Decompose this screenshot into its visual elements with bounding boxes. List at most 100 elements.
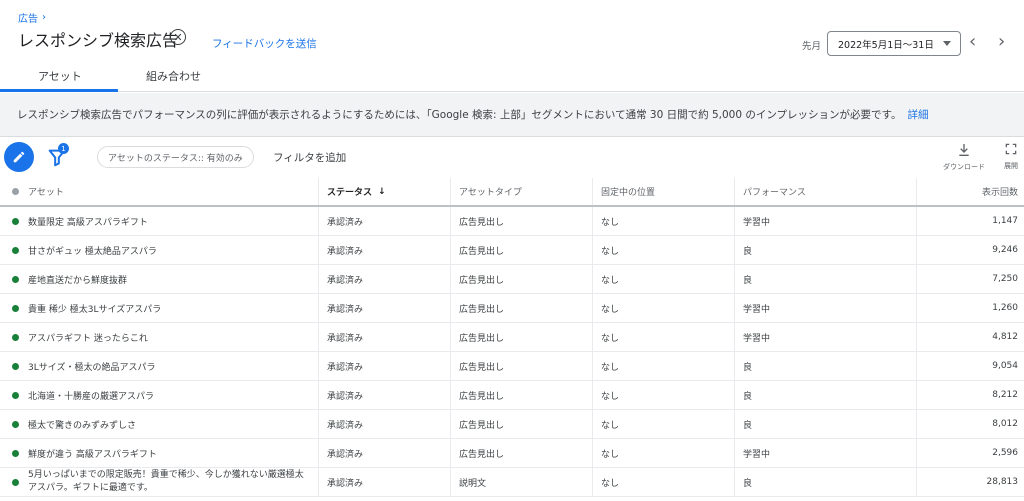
banner-details-link[interactable]: 詳細: [907, 107, 928, 122]
table-row[interactable]: 貴重 稀少 極太3Lサイズアスパラ 承認済み 広告見出し なし 学習中 1,260: [0, 294, 1024, 323]
download-button[interactable]: ダウンロード: [943, 142, 985, 172]
cell-performance: 良: [734, 265, 916, 293]
cell-asset-type: 広告見出し: [450, 294, 592, 322]
column-header-asset[interactable]: アセット: [0, 178, 318, 205]
asset-status-filter-chip[interactable]: アセットのステータス:: 有効のみ: [97, 146, 254, 168]
table-row[interactable]: 極太で驚きのみずみずしさ 承認済み 広告見出し なし 良 8,012: [0, 410, 1024, 439]
cell-impressions: 7,250: [916, 265, 1024, 293]
status-dot-icon: [12, 391, 19, 399]
cell-asset: 鮮度が違う 高級アスパラギフト: [0, 439, 318, 467]
table-row[interactable]: 5月いっぱいまでの限定販売！貴重で稀少、今しか獲れない厳選極太アスパラ。ギフトに…: [0, 468, 1024, 497]
cell-pinned-position-text: なし: [601, 391, 620, 402]
cell-status-text: 承認済み: [327, 304, 364, 315]
date-range-value: 2022年5月1日～31日: [838, 39, 934, 51]
cell-status: 承認済み: [318, 265, 450, 293]
cell-impressions-text: 9,054: [992, 361, 1018, 371]
cell-asset: 数量限定 高級アスパラギフト: [0, 207, 318, 235]
status-dot-icon: [12, 478, 19, 486]
cell-performance-text: 良: [743, 362, 753, 373]
cell-status: 承認済み: [318, 323, 450, 351]
cell-asset-text: 貴重 稀少 極太3Lサイズアスパラ: [28, 304, 162, 315]
cell-pinned-position: なし: [592, 323, 734, 351]
fullscreen-icon: [1005, 143, 1017, 155]
cell-status-text: 承認済み: [327, 391, 364, 402]
banner-text: レスポンシブ検索広告でパフォーマンスの列に評価が表示されるようにするためには、「…: [17, 109, 902, 121]
table-row[interactable]: 3Lサイズ・極太の絶品アスパラ 承認済み 広告見出し なし 良 9,054: [0, 352, 1024, 381]
cell-impressions-text: 9,246: [992, 245, 1018, 255]
cell-impressions-text: 8,212: [992, 390, 1018, 400]
cell-pinned-position: なし: [592, 381, 734, 409]
cell-impressions-text: 28,813: [986, 477, 1019, 487]
cell-asset-type-text: 広告見出し: [459, 246, 505, 257]
chevron-right-icon[interactable]: ›: [998, 33, 1005, 51]
cell-asset-type: 広告見出し: [450, 410, 592, 438]
cell-pinned-position-text: なし: [601, 304, 620, 315]
cell-impressions-text: 7,250: [992, 274, 1018, 284]
chevron-right-icon: ›: [42, 12, 46, 23]
edit-button[interactable]: [4, 142, 34, 172]
column-header-impressions[interactable]: 表示回数: [916, 178, 1024, 205]
cell-pinned-position-text: なし: [601, 275, 620, 286]
cell-performance-text: 学習中: [743, 217, 771, 228]
cell-performance-text: 良: [743, 246, 753, 257]
cell-asset-type-text: 広告見出し: [459, 304, 505, 315]
cell-asset-type: 広告見出し: [450, 207, 592, 235]
cell-asset-text: 5月いっぱいまでの限定販売！貴重で稀少、今しか獲れない厳選極太アスパラ。ギフトに…: [28, 470, 304, 493]
cell-asset-text: 甘さがギュッ 極太絶品アスパラ: [28, 246, 157, 257]
breadcrumb[interactable]: 広告 ›: [18, 10, 46, 25]
cell-status-text: 承認済み: [327, 449, 364, 460]
expand-button[interactable]: 展開: [1004, 142, 1018, 171]
cell-status-text: 承認済み: [327, 333, 364, 344]
cell-asset-type: 説明文: [450, 468, 592, 496]
cell-impressions-text: 1,147: [992, 216, 1018, 226]
table-row[interactable]: 鮮度が違う 高級アスパラギフト 承認済み 広告見出し なし 学習中 2,596: [0, 439, 1024, 468]
cell-status: 承認済み: [318, 381, 450, 409]
filter-count-badge: 1: [58, 143, 69, 154]
add-filter-button[interactable]: フィルタを追加: [273, 150, 346, 165]
date-range-select[interactable]: 2022年5月1日～31日: [827, 31, 961, 56]
cell-asset-type: 広告見出し: [450, 439, 592, 467]
cell-pinned-position-text: なし: [601, 449, 620, 460]
status-dot-icon: [12, 362, 19, 370]
status-dot-icon: [12, 449, 19, 457]
table-row[interactable]: 北海道・十勝産の厳選アスパラ 承認済み 広告見出し なし 良 8,212: [0, 381, 1024, 410]
status-dot-icon: [12, 304, 19, 312]
column-header-status[interactable]: ステータス ↓: [318, 178, 450, 205]
column-header-asset-type[interactable]: アセットタイプ: [450, 178, 592, 205]
chevron-left-icon[interactable]: ‹: [969, 33, 976, 51]
status-dot-icon: [12, 333, 19, 341]
cell-status: 承認済み: [318, 207, 450, 235]
table-row[interactable]: 数量限定 高級アスパラギフト 承認済み 広告見出し なし 学習中 1,147: [0, 207, 1024, 236]
cell-pinned-position: なし: [592, 265, 734, 293]
cell-asset-type: 広告見出し: [450, 265, 592, 293]
cell-pinned-position-text: なし: [601, 246, 620, 257]
tab-assets[interactable]: アセット: [38, 68, 82, 84]
tab-combinations[interactable]: 組み合わせ: [146, 68, 201, 84]
close-icon[interactable]: ✕: [170, 29, 186, 45]
column-header-pinned-position[interactable]: 固定中の位置: [592, 178, 734, 205]
column-header-performance[interactable]: パフォーマンス: [734, 178, 916, 205]
cell-performance: 学習中: [734, 323, 916, 351]
cell-performance-text: 学習中: [743, 304, 771, 315]
cell-impressions: 1,260: [916, 294, 1024, 322]
cell-asset-type-text: 広告見出し: [459, 391, 505, 402]
cell-asset-type: 広告見出し: [450, 323, 592, 351]
feedback-link[interactable]: フィードバックを送信: [212, 36, 317, 51]
cell-performance-text: 良: [743, 275, 753, 286]
cell-asset-type: 広告見出し: [450, 236, 592, 264]
cell-impressions: 2,596: [916, 439, 1024, 467]
table-row[interactable]: アスパラギフト 迷ったらこれ 承認済み 広告見出し なし 学習中 4,812: [0, 323, 1024, 352]
cell-performance: 良: [734, 381, 916, 409]
table-row[interactable]: 甘さがギュッ 極太絶品アスパラ 承認済み 広告見出し なし 良 9,246: [0, 236, 1024, 265]
cell-asset: 3Lサイズ・極太の絶品アスパラ: [0, 352, 318, 380]
cell-status-text: 承認済み: [327, 246, 364, 257]
cell-asset-text: 鮮度が違う 高級アスパラギフト: [28, 449, 157, 460]
caret-down-icon: [943, 41, 951, 46]
breadcrumb-ads-link[interactable]: 広告: [18, 10, 38, 25]
table-row[interactable]: 産地直送だから鮮度抜群 承認済み 広告見出し なし 良 7,250: [0, 265, 1024, 294]
cell-impressions: 8,012: [916, 410, 1024, 438]
cell-performance: 学習中: [734, 207, 916, 235]
cell-impressions-text: 1,260: [992, 303, 1018, 313]
cell-asset-type-text: 広告見出し: [459, 333, 505, 344]
cell-asset: 産地直送だから鮮度抜群: [0, 265, 318, 293]
